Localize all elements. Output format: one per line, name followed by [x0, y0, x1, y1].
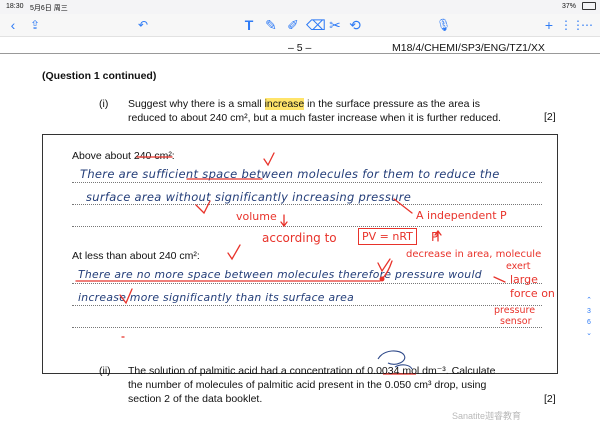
add-page-icon[interactable]: +: [542, 16, 556, 34]
status-time: 18:30: [6, 3, 24, 10]
more-options-icon[interactable]: ⋯: [580, 16, 594, 34]
part-ii-line2: the number of molecules of palmitic acid…: [128, 379, 487, 391]
undo-icon[interactable]: ↶: [136, 16, 150, 34]
scissors-tool-icon[interactable]: ✂: [328, 16, 342, 34]
document-page[interactable]: – 5 – M18/4/CHEMI/SP3/ENG/TZ1/XX (Questi…: [0, 37, 600, 419]
status-battery: 37%: [562, 3, 577, 10]
status-date: 5月6日 周三: [30, 5, 68, 12]
share-icon[interactable]: ⇪: [28, 16, 42, 34]
lasso-tool-icon[interactable]: ⟲: [348, 16, 362, 34]
eraser-tool-icon[interactable]: ⌫: [306, 16, 326, 34]
total-pages: 6: [587, 319, 591, 326]
scroll-up-icon[interactable]: ⌃: [583, 295, 595, 306]
text-tool-icon[interactable]: T: [242, 16, 256, 34]
current-page: 3: [587, 308, 591, 315]
status-bar: 18:30 5月6日 周三 37%: [0, 0, 600, 14]
microphone-icon[interactable]: 🎙: [436, 16, 451, 34]
back-icon[interactable]: ‹: [6, 16, 20, 34]
page-scroller[interactable]: ⌃ 3 6 ⌄: [583, 295, 595, 339]
scroll-down-icon[interactable]: ⌄: [583, 328, 595, 339]
battery-icon: [582, 2, 596, 10]
annotation-strokes: [75, 152, 506, 375]
part-ii-marks: [2]: [544, 393, 556, 405]
watermark: Sanatite迦睿教育: [452, 411, 522, 421]
highlighter-tool-icon[interactable]: ✐: [286, 16, 300, 34]
pages-grid-icon[interactable]: ⋮⋮: [560, 16, 584, 34]
pen-tool-icon[interactable]: ✎: [264, 16, 278, 34]
part-ii-label: (ii): [99, 365, 111, 377]
part-ii-line3: section 2 of the data booklet.: [128, 393, 263, 405]
annotation-dot: [379, 276, 385, 282]
part-ii-line1: The solution of palmitic acid had a conc…: [128, 365, 496, 377]
annotation-toolbar: ‹ ⇪ ↶ T ✎ ✐ ⌫ ✂ ⟲ 🎙 + ⋮⋮ ⋯: [0, 14, 600, 37]
